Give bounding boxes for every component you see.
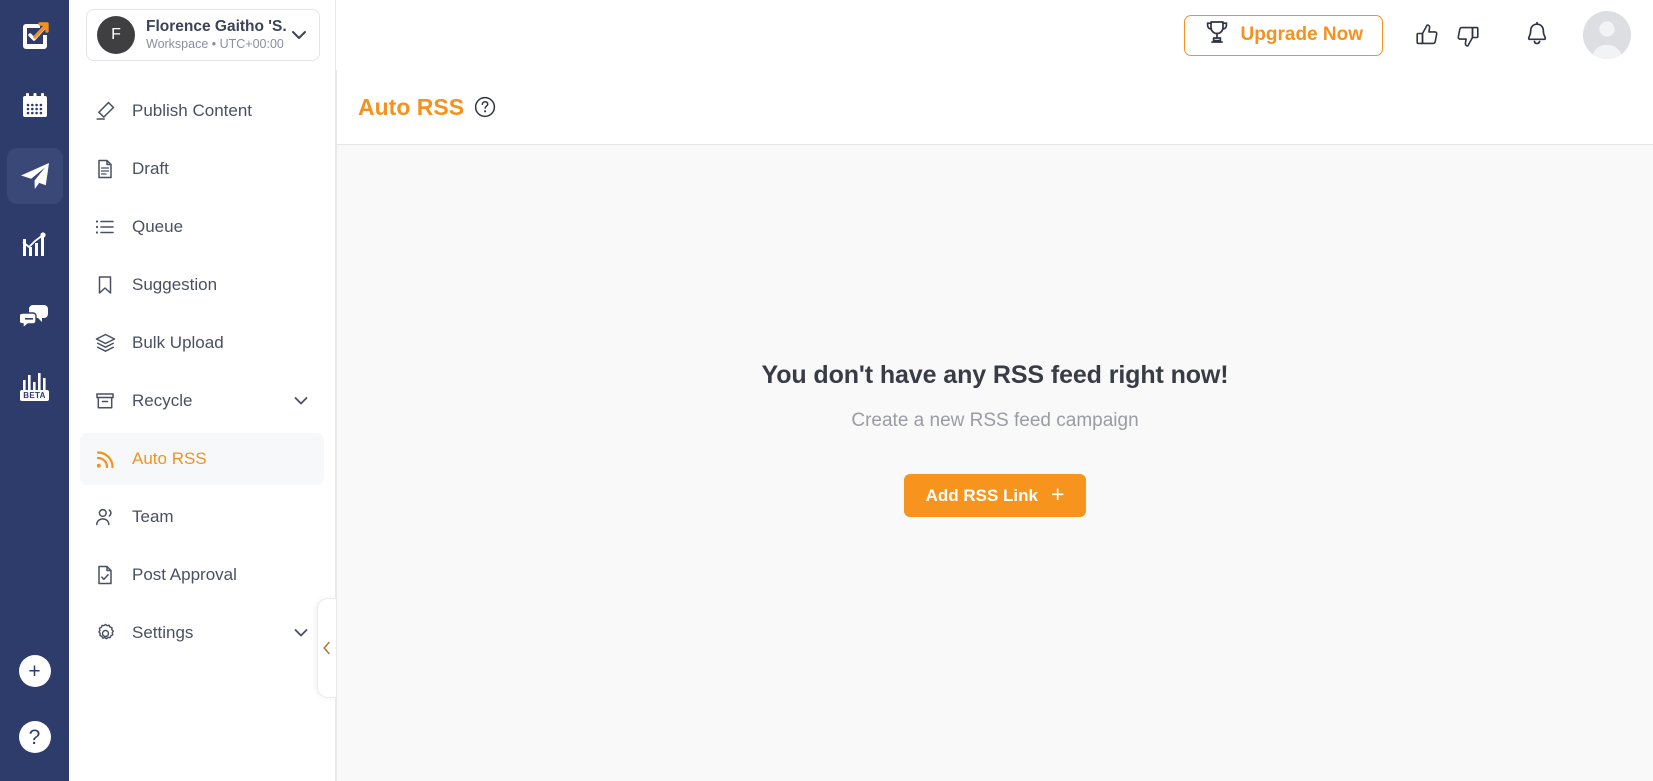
main-area: Upgrade Now Auto RSS You don't have any … [336, 0, 1653, 781]
archive-icon [94, 391, 116, 411]
sidebar-item-bulk-upload[interactable]: Bulk Upload [80, 317, 324, 369]
add-rss-link-button[interactable]: Add RSS Link + [903, 474, 1087, 517]
plus-icon: + [1050, 481, 1065, 507]
sidebar-item-label: Suggestion [132, 275, 218, 294]
workspace-name: Florence Gaitho 'S... [146, 18, 287, 35]
bar-chart-beta-icon[interactable]: BETA [7, 358, 63, 414]
add-new-icon[interactable]: + [18, 655, 51, 687]
primary-icon-rail: BETA + ? [0, 0, 69, 781]
top-bar: Upgrade Now [336, 0, 1653, 70]
sidebar-menu: Publish Content Draft Queue Suggestion B… [69, 70, 335, 781]
chevron-down-icon [287, 25, 311, 45]
beta-badge: BETA [20, 390, 49, 401]
sidebar-item-label: Post Approval [132, 565, 237, 584]
bookmark-icon [94, 275, 116, 295]
paper-plane-icon[interactable] [6, 148, 63, 204]
top-icon-group [1407, 11, 1631, 59]
sidebar-item-label: Draft [132, 159, 169, 178]
document-icon [94, 159, 116, 179]
sidebar-item-recycle[interactable]: Recycle [80, 375, 324, 427]
workspace-text: Florence Gaitho 'S... Workspace • UTC+00… [146, 17, 287, 53]
thumbs-down-icon[interactable] [1447, 15, 1487, 55]
page-title: Auto RSS [358, 93, 465, 120]
chat-bubbles-icon[interactable] [7, 288, 63, 344]
pencil-icon [94, 101, 116, 121]
question-circle-icon[interactable] [474, 96, 496, 118]
sidebar-item-label: Settings [132, 623, 194, 642]
gear-icon [94, 623, 116, 644]
workspace-avatar: F [97, 16, 135, 54]
document-check-icon [94, 565, 116, 585]
calendar-icon[interactable] [7, 78, 63, 134]
sidebar-item-draft[interactable]: Draft [80, 143, 324, 195]
sidebar-item-label: Team [132, 507, 174, 526]
analytics-chart-icon[interactable] [7, 218, 63, 274]
trophy-icon [1204, 19, 1230, 51]
sidebar-collapse-handle[interactable] [317, 598, 336, 698]
workspace-subtitle: Workspace • UTC+00:00 [146, 37, 284, 51]
sidebar-item-queue[interactable]: Queue [80, 201, 324, 253]
sidebar-item-label: Recycle [132, 391, 193, 410]
upgrade-now-label: Upgrade Now [1240, 24, 1363, 45]
sidebar-item-auto-rss[interactable]: Auto RSS [80, 433, 324, 485]
secondary-sidebar: F Florence Gaitho 'S... Workspace • UTC+… [69, 0, 336, 781]
sidebar-item-publish-content[interactable]: Publish Content [80, 85, 324, 137]
page-header: Auto RSS [336, 70, 1653, 144]
chevron-down-icon[interactable] [292, 392, 310, 410]
sidebar-item-settings[interactable]: Settings [80, 607, 324, 659]
empty-state-subtitle: Create a new RSS feed campaign [851, 410, 1139, 431]
upgrade-now-button[interactable]: Upgrade Now [1183, 14, 1383, 56]
app-logo-icon[interactable] [7, 8, 63, 64]
bell-icon[interactable] [1517, 15, 1557, 55]
user-avatar[interactable] [1583, 11, 1631, 59]
layers-icon [94, 333, 116, 354]
help-icon[interactable]: ? [18, 721, 51, 753]
sidebar-item-suggestion[interactable]: Suggestion [80, 259, 324, 311]
sidebar-item-label: Queue [132, 217, 184, 236]
thumbs-up-icon[interactable] [1407, 15, 1447, 55]
sidebar-item-team[interactable]: Team [80, 491, 324, 543]
workspace-selector-row: F Florence Gaitho 'S... Workspace • UTC+… [69, 0, 335, 70]
rail-bottom-actions: + ? [18, 655, 51, 781]
list-icon [94, 217, 116, 237]
rss-icon [94, 449, 116, 469]
workspace-selector[interactable]: F Florence Gaitho 'S... Workspace • UTC+… [86, 9, 320, 61]
sidebar-item-label: Auto RSS [132, 449, 207, 468]
chevron-left-icon [323, 641, 330, 655]
empty-state-title: You don't have any RSS feed right now! [761, 361, 1229, 389]
add-rss-link-label: Add RSS Link [925, 485, 1038, 505]
sidebar-item-post-approval[interactable]: Post Approval [80, 549, 324, 601]
users-icon [94, 507, 116, 528]
sidebar-item-label: Publish Content [132, 101, 253, 120]
app-root: BETA + ? F Florence Gaitho 'S... Workspa… [0, 0, 1653, 781]
chevron-down-icon[interactable] [292, 624, 310, 642]
content-panel: You don't have any RSS feed right now! C… [336, 144, 1653, 781]
sidebar-item-label: Bulk Upload [132, 333, 224, 352]
